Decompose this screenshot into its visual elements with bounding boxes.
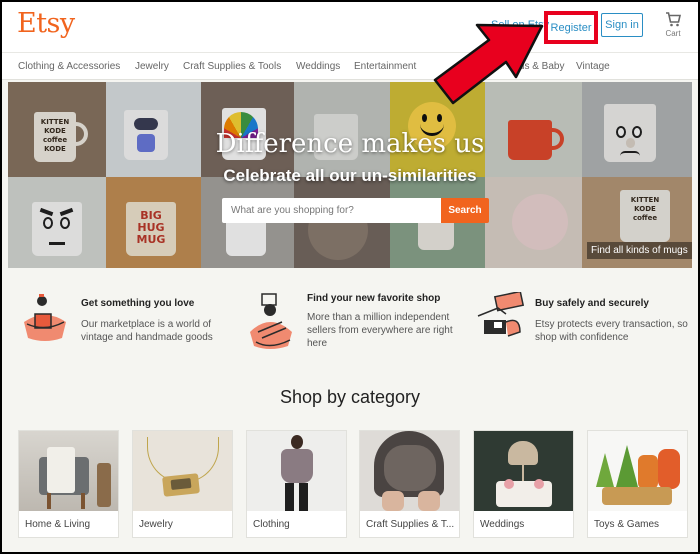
nav-item-jewelry[interactable]: Jewelry <box>135 61 169 72</box>
benefit-body: More than a million independent sellers … <box>307 312 453 349</box>
hero-caption-link[interactable]: Find all kinds of mugs <box>587 242 692 259</box>
category-label: Craft Supplies & T... <box>366 519 455 530</box>
category-image <box>19 431 118 511</box>
nav-item-weddings[interactable]: Weddings <box>296 61 340 72</box>
etsy-logo[interactable]: Etsy <box>17 8 75 39</box>
hero-title: Difference makes us <box>215 129 485 159</box>
secure-payment-icon <box>477 292 525 337</box>
benefit-body: Our marketplace is a world of vintage an… <box>81 319 213 343</box>
sign-in-button[interactable]: Sign in <box>601 13 643 37</box>
search-button[interactable]: Search <box>441 198 489 223</box>
annotation-arrow-icon <box>433 23 544 105</box>
hero-subtitle: Celebrate all our un-similarities <box>223 166 477 185</box>
cart-button[interactable]: Cart <box>661 12 685 38</box>
browser-page: Etsy Sell on Etsy Register Sign in Cart … <box>2 2 698 552</box>
category-card-clothing[interactable]: Clothing <box>246 430 347 538</box>
hero-banner: KITTEN KODE coffee KODE BIG HUG MUG KITT… <box>8 82 692 268</box>
nav-item-vintage[interactable]: Vintage <box>576 61 610 72</box>
category-card-jewelry[interactable]: Jewelry <box>132 430 233 538</box>
shop-by-category-title: Shop by category <box>279 387 421 407</box>
benefit-title: Find your new favorite shop <box>307 293 441 304</box>
benefit-title: Buy safely and securely <box>535 298 649 309</box>
maker-shop-icon <box>250 293 292 349</box>
nav-item-craft-supplies[interactable]: Craft Supplies & Tools <box>183 61 281 72</box>
search-input[interactable]: What are you shopping for? <box>222 198 441 223</box>
category-card-home-living[interactable]: Home & Living <box>18 430 119 538</box>
category-card-craft-supplies[interactable]: Craft Supplies & T... <box>359 430 460 538</box>
category-image <box>247 431 346 511</box>
nav-item-entertainment[interactable]: Entertainment <box>354 61 416 72</box>
cart-icon <box>666 12 681 27</box>
site-header: Etsy Sell on Etsy Register Sign in Cart <box>2 2 698 52</box>
category-image <box>474 431 573 511</box>
category-nav: Clothing & Accessories Jewelry Craft Sup… <box>2 52 698 80</box>
category-label: Clothing <box>253 519 290 530</box>
benefit-title: Get something you love <box>81 298 195 309</box>
gift-hug-icon <box>24 294 66 341</box>
benefit-body: Etsy protects every transaction, so shop… <box>535 319 688 343</box>
category-card-weddings[interactable]: Weddings <box>473 430 574 538</box>
category-image <box>588 431 687 511</box>
category-image <box>133 431 232 511</box>
category-label: Toys & Games <box>594 519 660 530</box>
nav-item-clothing-accessories[interactable]: Clothing & Accessories <box>18 61 120 72</box>
category-card-toys-games[interactable]: Toys & Games <box>587 430 688 538</box>
category-label: Weddings <box>480 519 525 530</box>
category-label: Jewelry <box>139 519 173 530</box>
category-image <box>360 431 459 511</box>
cart-label: Cart <box>665 29 681 38</box>
category-label: Home & Living <box>25 519 91 530</box>
